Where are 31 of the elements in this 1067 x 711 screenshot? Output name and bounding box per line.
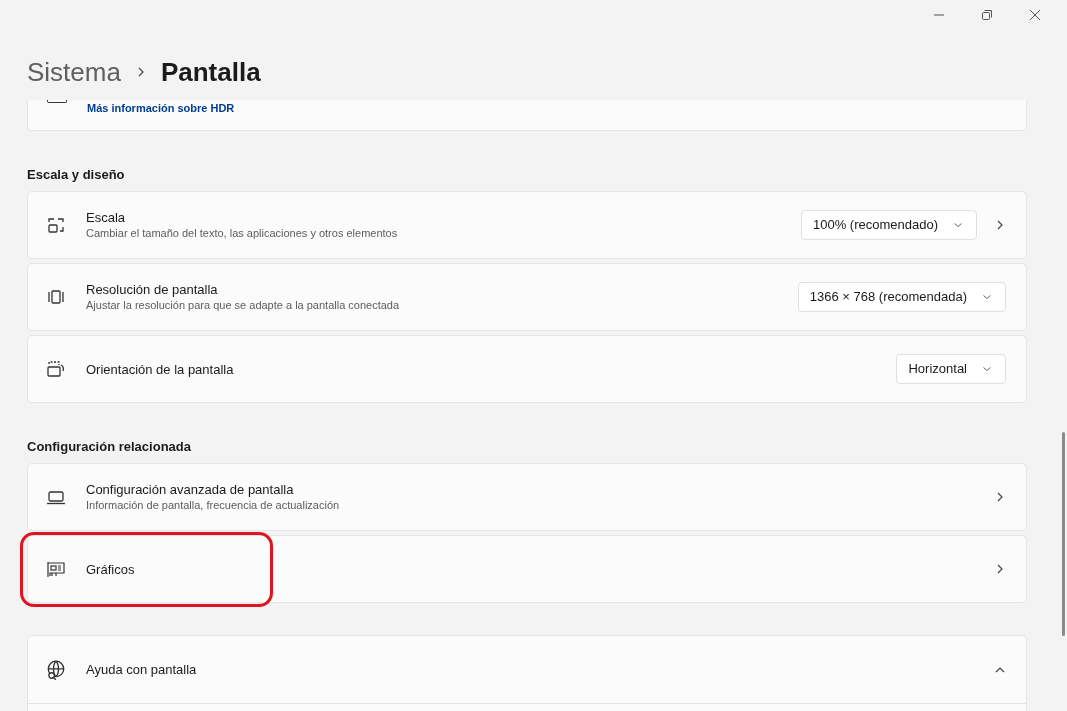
hdr-info-link[interactable]: Más información sobre HDR [87,102,235,115]
setting-description: Información de pantalla, frecuencia de actualización [86,498,341,513]
close-icon[interactable] [1030,10,1040,20]
help-header[interactable]: Ayuda con pantalla [28,636,1026,704]
setting-title: Orientación de la pantalla [86,360,235,378]
restore-icon[interactable] [982,10,992,20]
dropdown[interactable]: Horizontal [896,354,1006,384]
setting-row[interactable]: Escala Cambiar el tamaño del texto, las aplicaciones y otros elementos 100% (recomendado) [27,191,1027,259]
resolution-icon [46,287,66,307]
scale-icon [46,215,66,235]
setting-row[interactable]: Orientación de la pantalla Horizontal [27,335,1027,403]
globe-search-icon [45,658,67,681]
section-heading: Configuración relacionada [27,438,192,455]
help-title: Ayuda con pantalla [86,660,198,679]
setting-title: Resolución de pantalla [86,281,219,298]
rotate-screen-icon [46,359,66,379]
setting-row[interactable]: Configuración avanzada de pantalla Información de pantalla, frecuencia de actualización [27,463,1027,531]
setting-title: Configuración avanzada de pantalla [86,481,295,498]
setting-description: Cambiar el tamaño del texto, las aplicaciones y otros elementos [86,226,399,241]
dropdown[interactable]: 1366 × 768 (recomendada) [797,282,1006,312]
scrollbar-thumb[interactable] [1062,432,1065,636]
graphics-card-icon [46,559,66,579]
section-heading: Escala y diseño [27,166,126,183]
setting-row[interactable]: Resolución de pantalla Ajustar la resolución para que se adapte a la pantalla conectada 1366 × 768 (recomendada) [27,263,1027,331]
dropdown[interactable]: 100% (recomendado) [800,210,977,240]
page-title: Pantalla [160,55,261,89]
breadcrumb-parent[interactable]: Sistema [27,52,121,92]
setting-title: Escala [86,209,127,226]
setting-description: Ajustar la resolución para que se adapte a la pantalla conectada [86,298,401,313]
setting-row[interactable]: Gráficos [27,535,1027,603]
setting-title: Gráficos [86,560,136,578]
